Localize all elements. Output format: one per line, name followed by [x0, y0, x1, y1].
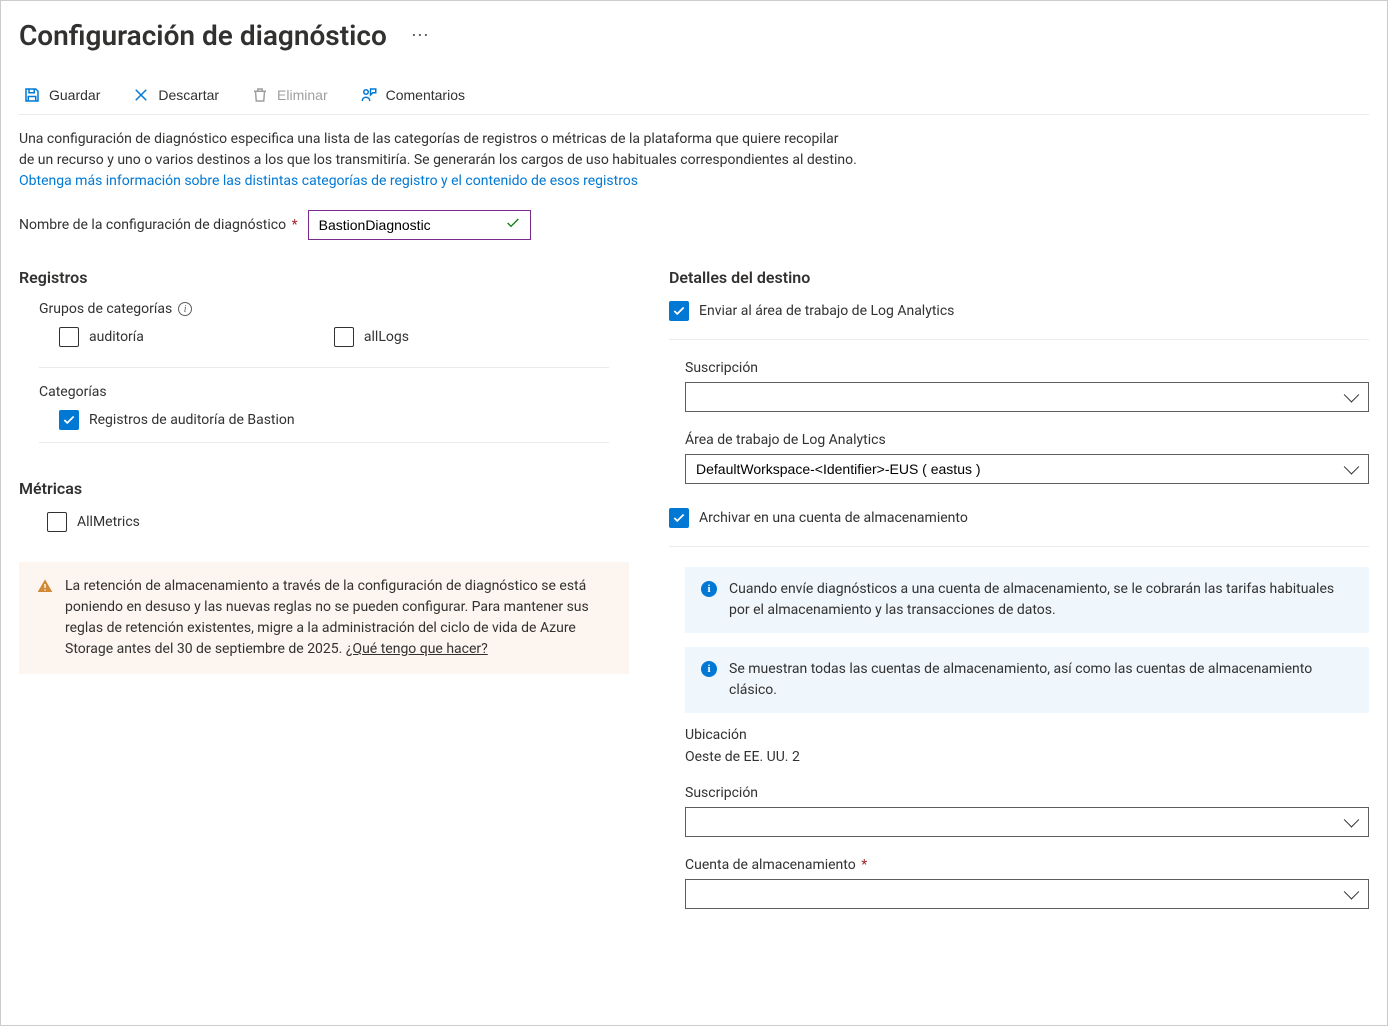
workspace-label: Área de trabajo de Log Analytics — [685, 432, 1369, 448]
warning-box: La retención de almacenamiento a través … — [19, 562, 629, 674]
left-column: Registros Grupos de categorías i auditor… — [19, 268, 629, 929]
archive-storage-checkbox[interactable] — [669, 508, 689, 528]
diagnostic-name-input[interactable] — [308, 210, 531, 240]
destination-title: Detalles del destino — [669, 268, 1369, 287]
workspace-select-wrap: DefaultWorkspace-<Identifier>-EUS ( east… — [685, 454, 1369, 484]
subscription-label: Suscripción — [685, 360, 1369, 376]
metrics-title: Métricas — [19, 479, 629, 498]
info-icon-1: i — [701, 581, 717, 597]
required-asterisk-2: * — [858, 857, 868, 873]
subscription-select[interactable] — [685, 382, 1369, 412]
close-icon — [132, 86, 150, 104]
divider-2 — [39, 442, 609, 443]
warning-text: La retención de almacenamiento a través … — [65, 578, 589, 657]
storage-subscription-label: Suscripción — [685, 785, 1369, 801]
storage-account-select-wrap — [685, 879, 1369, 909]
discard-button[interactable]: Descartar — [128, 84, 223, 106]
alllogs-label: allLogs — [364, 329, 409, 345]
subscription-select-wrap — [685, 382, 1369, 412]
storage-subscription-select[interactable] — [685, 807, 1369, 837]
info-text-1: Cuando envíe diagnósticos a una cuenta d… — [729, 579, 1353, 621]
divider — [39, 367, 609, 368]
bastion-audit-checkbox[interactable] — [59, 410, 79, 430]
name-label: Nombre de la configuración de diagnóstic… — [19, 217, 298, 233]
warning-icon — [37, 578, 53, 594]
desc-line1: Una configuración de diagnóstico especif… — [19, 131, 838, 147]
send-la-checkbox[interactable] — [669, 301, 689, 321]
warning-link[interactable]: ¿Qué tengo que hacer? — [346, 641, 488, 657]
info-box-2: i Se muestran todas las cuentas de almac… — [685, 647, 1369, 713]
allmetrics-row: AllMetrics — [19, 512, 629, 532]
delete-button: Eliminar — [247, 84, 332, 106]
toolbar: Guardar Descartar Eliminar Comentarios — [19, 84, 1369, 115]
trash-icon — [251, 86, 269, 104]
alllogs-row: allLogs — [294, 327, 409, 347]
save-label: Guardar — [49, 87, 100, 103]
send-la-row: Enviar al área de trabajo de Log Analyti… — [669, 301, 1369, 321]
info-icon[interactable]: i — [178, 302, 192, 316]
learn-more-link[interactable]: Obtenga más información sobre las distin… — [19, 173, 638, 189]
location-value: Oeste de EE. UU. 2 — [685, 749, 1369, 765]
categories-text: Categorías — [39, 384, 107, 400]
required-asterisk: * — [288, 217, 298, 233]
auditoria-label: auditoría — [89, 329, 144, 345]
allmetrics-label: AllMetrics — [77, 514, 140, 530]
auditoria-row: auditoría — [19, 327, 144, 347]
person-feedback-icon — [360, 86, 378, 104]
dest-divider-2 — [669, 546, 1369, 547]
save-icon — [23, 86, 41, 104]
dest-divider-1 — [669, 339, 1369, 340]
logs-title: Registros — [19, 268, 629, 287]
location-label: Ubicación — [685, 727, 1369, 743]
right-column: Detalles del destino Enviar al área de t… — [669, 268, 1369, 929]
storage-section: i Cuando envíe diagnósticos a una cuenta… — [669, 567, 1369, 909]
bastion-audit-row: Registros de auditoría de Bastion — [19, 410, 629, 430]
storage-subscription-select-wrap — [685, 807, 1369, 837]
info-icon-2: i — [701, 661, 717, 677]
storage-account-label-text: Cuenta de almacenamiento — [685, 857, 856, 873]
comments-button[interactable]: Comentarios — [356, 84, 469, 106]
info-text-2: Se muestran todas las cuentas de almacen… — [729, 659, 1353, 701]
workspace-select[interactable]: DefaultWorkspace-<Identifier>-EUS ( east… — [685, 454, 1369, 484]
warning-text-wrap: La retención de almacenamiento a través … — [65, 576, 611, 660]
name-label-text: Nombre de la configuración de diagnóstic… — [19, 217, 286, 233]
name-input-wrap — [308, 210, 531, 240]
archive-storage-label: Archivar en una cuenta de almacenamiento — [699, 510, 968, 526]
desc-line2: de un recurso y uno o varios destinos a … — [19, 152, 857, 168]
la-section: Suscripción Área de trabajo de Log Analy… — [669, 360, 1369, 484]
archive-storage-row: Archivar en una cuenta de almacenamiento — [669, 508, 1369, 528]
save-button[interactable]: Guardar — [19, 84, 104, 106]
delete-label: Eliminar — [277, 87, 328, 103]
bastion-audit-label: Registros de auditoría de Bastion — [89, 412, 295, 428]
allmetrics-checkbox[interactable] — [47, 512, 67, 532]
category-groups-title: Grupos de categorías i — [19, 301, 629, 317]
storage-account-label: Cuenta de almacenamiento * — [685, 857, 1369, 873]
category-groups-text: Grupos de categorías — [39, 301, 172, 317]
auditoria-checkbox[interactable] — [59, 327, 79, 347]
send-la-label: Enviar al área de trabajo de Log Analyti… — [699, 303, 954, 319]
categories-title: Categorías — [19, 384, 629, 400]
name-row: Nombre de la configuración de diagnóstic… — [19, 210, 1369, 240]
alllogs-checkbox[interactable] — [334, 327, 354, 347]
more-icon[interactable]: ⋯ — [411, 25, 429, 46]
comments-label: Comentarios — [386, 87, 465, 103]
page-title: Configuración de diagnóstico ⋯ — [19, 19, 1369, 52]
storage-account-select[interactable] — [685, 879, 1369, 909]
page-title-text: Configuración de diagnóstico — [19, 19, 387, 52]
description: Una configuración de diagnóstico especif… — [19, 129, 979, 192]
discard-label: Descartar — [158, 87, 219, 103]
info-box-1: i Cuando envíe diagnósticos a una cuenta… — [685, 567, 1369, 633]
